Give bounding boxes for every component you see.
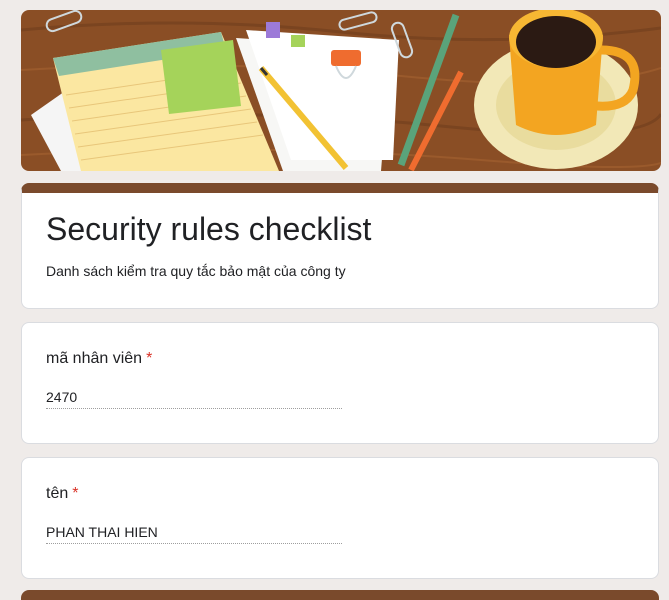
- form-description: Danh sách kiểm tra quy tắc bảo mật của c…: [46, 263, 346, 279]
- question-label: mã nhân viên *: [46, 347, 152, 371]
- question-card-employee-id: mã nhân viên * 2470: [21, 322, 659, 444]
- name-answer-field[interactable]: PHAN THAI HIEN: [46, 522, 342, 544]
- question-label: tên *: [46, 482, 78, 506]
- required-asterisk: *: [72, 485, 79, 502]
- question-title: tên: [46, 485, 69, 502]
- required-asterisk: *: [146, 350, 153, 367]
- question-title: mã nhân viên: [46, 350, 143, 367]
- form-title-card: Security rules checklist Danh sách kiểm …: [21, 183, 659, 309]
- next-section-card-edge: [21, 590, 659, 600]
- question-card-name: tên * PHAN THAI HIEN: [21, 457, 659, 579]
- employee-id-answer-field[interactable]: 2470: [46, 387, 342, 409]
- header-banner-image: [21, 10, 661, 171]
- form-title: Security rules checklist: [46, 211, 372, 247]
